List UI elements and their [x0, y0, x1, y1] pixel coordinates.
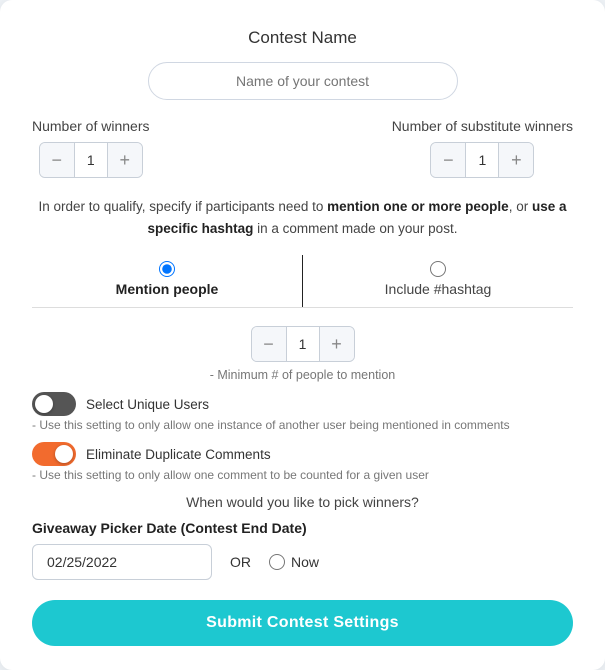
qualify-bold1: mention one or more people: [327, 199, 509, 214]
date-input[interactable]: [32, 544, 212, 580]
submit-button[interactable]: Submit Contest Settings: [32, 600, 573, 646]
substitute-minus-button[interactable]: −: [431, 143, 465, 177]
winners-plus-button[interactable]: +: [108, 143, 142, 177]
picker-row: OR Now: [32, 544, 573, 580]
select-unique-row: Select Unique Users - Use this setting t…: [32, 392, 573, 432]
select-unique-label-row: Select Unique Users: [32, 392, 209, 416]
now-option[interactable]: Now: [269, 554, 319, 570]
select-unique-label: Select Unique Users: [86, 397, 209, 412]
winners-group: Number of winners − +: [32, 118, 150, 178]
tab-mention[interactable]: Mention people: [32, 255, 302, 307]
winners-row: Number of winners − + Number of substitu…: [32, 118, 573, 178]
winners-minus-button[interactable]: −: [40, 143, 74, 177]
picker-label: Giveaway Picker Date (Contest End Date): [32, 520, 573, 536]
winners-label: Number of winners: [32, 118, 150, 134]
now-radio[interactable]: [269, 554, 285, 570]
substitute-winners-value[interactable]: [465, 143, 499, 177]
substitute-winners-group: Number of substitute winners − +: [392, 118, 573, 178]
mention-hint: - Minimum # of people to mention: [210, 368, 396, 382]
mention-plus-button[interactable]: +: [320, 327, 354, 361]
substitute-winners-label: Number of substitute winners: [392, 118, 573, 134]
qualify-tabs: Mention people Include #hashtag: [32, 255, 573, 308]
winners-value[interactable]: [74, 143, 108, 177]
mention-minus-button[interactable]: −: [252, 327, 286, 361]
section-title: Contest Name: [32, 28, 573, 48]
tab-mention-radio[interactable]: [159, 261, 175, 277]
qualify-text: In order to qualify, specify if particip…: [32, 196, 573, 239]
tab-mention-label: Mention people: [116, 281, 219, 297]
substitute-winners-stepper: − +: [430, 142, 534, 178]
mention-stepper: − +: [251, 326, 355, 362]
select-unique-thumb: [35, 395, 53, 413]
select-unique-hint: - Use this setting to only allow one ins…: [32, 418, 510, 432]
when-text: When would you like to pick winners?: [32, 494, 573, 510]
eliminate-duplicate-label: Eliminate Duplicate Comments: [86, 447, 271, 462]
eliminate-duplicate-row: Eliminate Duplicate Comments - Use this …: [32, 442, 573, 482]
contest-name-input[interactable]: [148, 62, 458, 100]
or-text: OR: [230, 554, 251, 570]
eliminate-duplicate-track: [32, 442, 76, 466]
tab-hashtag[interactable]: Include #hashtag: [303, 255, 573, 307]
select-unique-track: [32, 392, 76, 416]
qualify-part1: In order to qualify, specify if particip…: [39, 199, 328, 214]
winners-stepper: − +: [39, 142, 143, 178]
tab-hashtag-label: Include #hashtag: [385, 281, 492, 297]
substitute-plus-button[interactable]: +: [499, 143, 533, 177]
now-label: Now: [291, 554, 319, 570]
contest-form: Contest Name Number of winners − + Numbe…: [0, 0, 605, 670]
eliminate-duplicate-hint: - Use this setting to only allow one com…: [32, 468, 429, 482]
qualify-part2: , or: [509, 199, 532, 214]
giveaway-picker-section: Giveaway Picker Date (Contest End Date) …: [32, 520, 573, 580]
eliminate-duplicate-thumb: [55, 445, 73, 463]
tab-hashtag-radio[interactable]: [430, 261, 446, 277]
eliminate-duplicate-toggle[interactable]: [32, 442, 76, 466]
qualify-part3: in a comment made on your post.: [253, 221, 457, 236]
select-unique-toggle[interactable]: [32, 392, 76, 416]
mention-stepper-row: − + - Minimum # of people to mention: [32, 326, 573, 382]
eliminate-duplicate-label-row: Eliminate Duplicate Comments: [32, 442, 271, 466]
mention-value[interactable]: [286, 327, 320, 361]
